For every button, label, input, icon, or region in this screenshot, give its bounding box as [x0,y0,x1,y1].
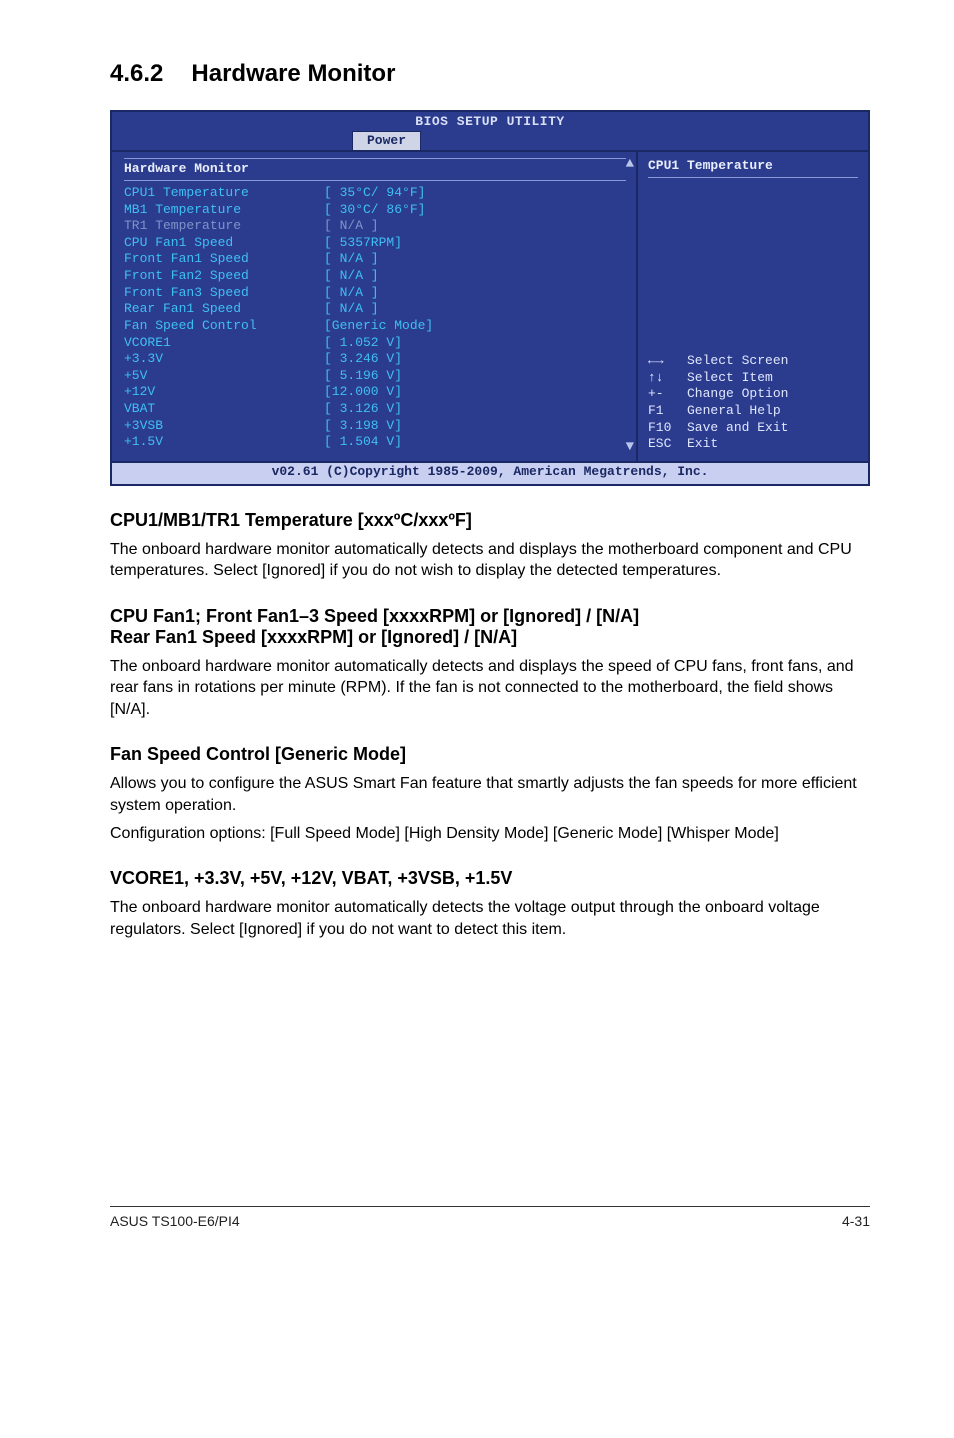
subheading-fan-speed-line2: Rear Fan1 Speed [xxxxRPM] or [Ignored] /… [110,627,517,647]
row-label: Rear Fan1 Speed [124,301,324,318]
tab-power[interactable]: Power [352,131,421,151]
bios-footer: v02.61 (C)Copyright 1985-2009, American … [112,461,868,484]
subheading-fan-speed: CPU Fan1; Front Fan1–3 Speed [xxxxRPM] o… [110,606,870,648]
hint-save-exit: F10 Save and Exit [648,420,788,437]
row-label: CPU Fan1 Speed [124,235,324,252]
hw-monitor-row[interactable]: CPU1 Temperature[ 35°C/ 94°F] [124,185,626,202]
section-number: 4.6.2 [110,60,163,88]
hint-exit: ESC Exit [648,436,788,453]
hw-monitor-row[interactable]: +3VSB[ 3.198 V] [124,418,626,435]
scroll-down-icon[interactable]: ▼ [626,439,634,457]
hint-select-screen: ←→ Select Screen [648,353,788,370]
bios-main-panel: ▲ Hardware Monitor CPU1 Temperature[ 35°… [112,152,638,461]
row-label: Front Fan1 Speed [124,251,324,268]
row-label: MB1 Temperature [124,202,324,219]
row-label: VBAT [124,401,324,418]
hint-change-option: +- Change Option [648,386,788,403]
row-label: +3.3V [124,351,324,368]
row-label: +3VSB [124,418,324,435]
paragraph: Configuration options: [Full Speed Mode]… [110,823,870,845]
row-label: VCORE1 [124,335,324,352]
row-value: [ 30°C/ 86°F] [324,202,425,219]
hw-monitor-row[interactable]: +5V[ 5.196 V] [124,368,626,385]
hw-monitor-row[interactable]: +1.5V[ 1.504 V] [124,434,626,451]
paragraph: The onboard hardware monitor automatical… [110,539,870,582]
footer-right: 4-31 [842,1213,870,1229]
row-label: CPU1 Temperature [124,185,324,202]
row-value: [ 5357RPM] [324,235,402,252]
hw-monitor-row[interactable]: Front Fan1 Speed[ N/A ] [124,251,626,268]
row-value: [ 1.504 V] [324,434,402,451]
hw-monitor-row[interactable]: TR1 Temperature[ N/A ] [124,218,626,235]
paragraph: The onboard hardware monitor automatical… [110,897,870,940]
hw-monitor-row[interactable]: MB1 Temperature[ 30°C/ 86°F] [124,202,626,219]
row-value: [ 3.246 V] [324,351,402,368]
hw-monitor-row[interactable]: VCORE1[ 1.052 V] [124,335,626,352]
row-value: [ 3.198 V] [324,418,402,435]
paragraph: Allows you to configure the ASUS Smart F… [110,773,870,816]
row-label: Front Fan3 Speed [124,285,324,302]
hw-monitor-row[interactable]: Fan Speed Control[Generic Mode] [124,318,626,335]
row-value: [ 1.052 V] [324,335,402,352]
paragraph: The onboard hardware monitor automatical… [110,656,870,721]
hw-monitor-row[interactable]: Rear Fan1 Speed[ N/A ] [124,301,626,318]
subheading-fan-control: Fan Speed Control [Generic Mode] [110,744,870,765]
row-value: [ N/A ] [324,268,379,285]
row-label: +1.5V [124,434,324,451]
section-heading: 4.6.2 Hardware Monitor [110,60,870,88]
row-value: [ 35°C/ 94°F] [324,185,425,202]
row-label: +5V [124,368,324,385]
hw-monitor-row[interactable]: Front Fan3 Speed[ N/A ] [124,285,626,302]
hint-select-item: ↑↓ Select Item [648,370,788,387]
row-value: [ 3.126 V] [324,401,402,418]
subheading-temperature: CPU1/MB1/TR1 Temperature [xxxºC/xxxºF] [110,510,870,531]
panel-title: Hardware Monitor [124,158,626,181]
bios-tab-row: Power [112,131,868,153]
footer-left: ASUS TS100-E6/PI4 [110,1213,240,1229]
bios-header: BIOS SETUP UTILITY [112,112,868,131]
hw-monitor-row[interactable]: +3.3V[ 3.246 V] [124,351,626,368]
row-value: [ 5.196 V] [324,368,402,385]
row-value: [ N/A ] [324,218,379,235]
row-label: Front Fan2 Speed [124,268,324,285]
row-value: [ N/A ] [324,251,379,268]
row-label: TR1 Temperature [124,218,324,235]
row-value: [ N/A ] [324,285,379,302]
bios-help-panel: CPU1 Temperature ←→ Select Screen ↑↓ Sel… [638,152,868,461]
row-label: Fan Speed Control [124,318,324,335]
subheading-fan-speed-line1: CPU Fan1; Front Fan1–3 Speed [xxxxRPM] o… [110,606,639,626]
row-value: [12.000 V] [324,384,402,401]
row-label: +12V [124,384,324,401]
row-value: [Generic Mode] [324,318,433,335]
hw-monitor-row[interactable]: VBAT[ 3.126 V] [124,401,626,418]
help-title: CPU1 Temperature [648,158,858,178]
hw-monitor-row[interactable]: CPU Fan1 Speed[ 5357RPM] [124,235,626,252]
page-footer: ASUS TS100-E6/PI4 4-31 [0,1206,954,1259]
nav-hints: ←→ Select Screen ↑↓ Select Item +- Chang… [648,353,788,453]
bios-window: BIOS SETUP UTILITY Power ▲ Hardware Moni… [110,110,870,486]
hint-general-help: F1 General Help [648,403,788,420]
row-value: [ N/A ] [324,301,379,318]
hw-monitor-row[interactable]: +12V[12.000 V] [124,384,626,401]
hw-monitor-row[interactable]: Front Fan2 Speed[ N/A ] [124,268,626,285]
section-title: Hardware Monitor [191,60,395,87]
subheading-voltages: VCORE1, +3.3V, +5V, +12V, VBAT, +3VSB, +… [110,868,870,889]
scroll-up-icon[interactable]: ▲ [626,156,634,174]
